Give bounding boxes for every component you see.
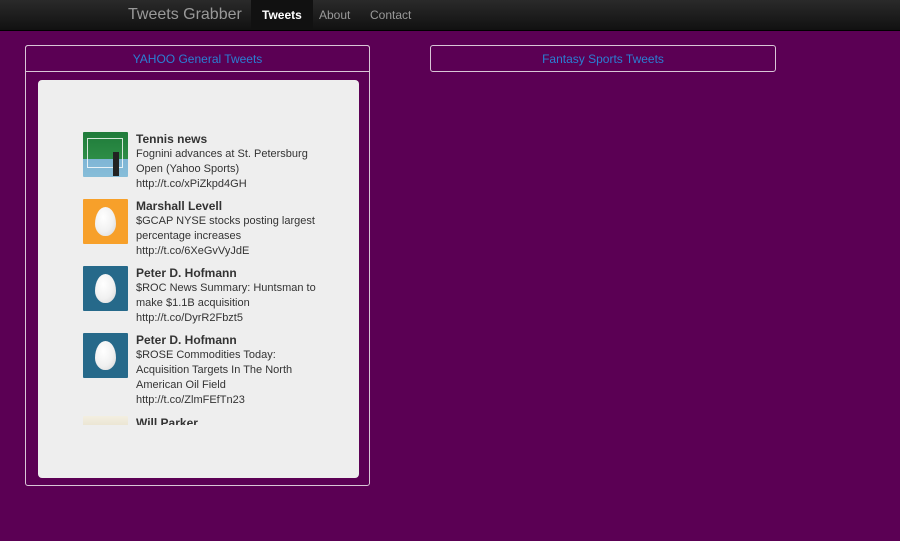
top-navbar: Tweets Grabber Tweets About Contact xyxy=(0,0,900,31)
yahoo-panel-title[interactable]: YAHOO General Tweets xyxy=(25,45,370,72)
yahoo-tweets-panel: YAHOO General Tweets Tennis news Fognini… xyxy=(25,45,370,486)
tweet-author: Peter D. Hofmann xyxy=(136,333,237,347)
tweet-content: Marshall Levell $GCAP NYSE stocks postin… xyxy=(136,199,326,259)
tweet-list[interactable]: Tennis news Fognini advances at St. Pete… xyxy=(83,132,333,425)
tweet-body: $ROSE Commodities Today: Acquisition Tar… xyxy=(136,349,293,391)
nav-about[interactable]: About xyxy=(308,0,361,30)
tweet-body: $GCAP NYSE stocks posting largest percen… xyxy=(136,215,315,242)
tweet-author: Tennis news xyxy=(136,132,208,146)
tweet-author: Peter D. Hofmann xyxy=(136,266,237,280)
default-egg-avatar xyxy=(83,199,128,244)
tweet-body: $ROC News Summary: Huntsman to make $1.1… xyxy=(136,282,316,309)
photo-avatar xyxy=(83,416,128,425)
default-egg-avatar xyxy=(83,333,128,378)
tennis-avatar-image xyxy=(83,132,128,177)
egg-icon xyxy=(95,341,116,370)
tweet-link[interactable]: http://t.co/6XeGvVyJdE xyxy=(136,244,326,259)
tweet-link[interactable]: http://t.co/DyrR2Fbzt5 xyxy=(136,311,326,326)
tweet-content: Tennis news Fognini advances at St. Pete… xyxy=(136,132,326,192)
default-egg-avatar xyxy=(83,266,128,311)
egg-icon xyxy=(95,207,116,236)
tweet-item: Marshall Levell $GCAP NYSE stocks postin… xyxy=(83,199,333,266)
tweet-link[interactable]: http://t.co/ZlmFEfTn23 xyxy=(136,393,326,408)
egg-icon xyxy=(95,274,116,303)
nav-contact[interactable]: Contact xyxy=(359,0,422,30)
tweet-content: Peter D. Hofmann $ROC News Summary: Hunt… xyxy=(136,266,326,326)
tweet-author: Marshall Levell xyxy=(136,199,223,213)
tweet-item: Will Parker xyxy=(83,416,333,425)
tweet-item: Peter D. Hofmann $ROSE Commodities Today… xyxy=(83,333,333,416)
net-post xyxy=(113,152,119,176)
tweet-item: Tennis news Fognini advances at St. Pete… xyxy=(83,132,333,199)
nav-tweets[interactable]: Tweets xyxy=(251,0,313,30)
tweet-link[interactable]: http://t.co/xPiZkpd4GH xyxy=(136,177,326,192)
tweet-author: Will Parker xyxy=(136,416,198,425)
tweet-body: Fognini advances at St. Petersburg Open … xyxy=(136,148,308,175)
tweet-content: Will Parker xyxy=(136,416,326,425)
tweet-content: Peter D. Hofmann $ROSE Commodities Today… xyxy=(136,333,326,408)
brand-link[interactable]: Tweets Grabber xyxy=(128,6,242,24)
tweet-item: Peter D. Hofmann $ROC News Summary: Hunt… xyxy=(83,266,333,333)
fantasy-panel-title[interactable]: Fantasy Sports Tweets xyxy=(430,45,776,72)
tweet-card: Tennis news Fognini advances at St. Pete… xyxy=(38,80,359,478)
